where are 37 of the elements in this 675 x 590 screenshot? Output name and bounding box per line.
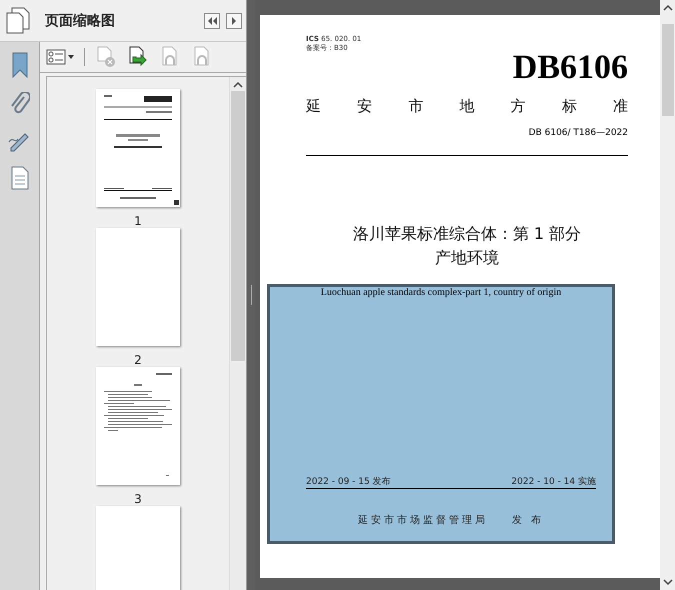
document-icon[interactable] <box>10 166 28 190</box>
page-thumbnail[interactable] <box>96 367 180 485</box>
resize-grip-icon[interactable] <box>250 285 252 305</box>
page-number: 1 <box>134 214 142 228</box>
toolbar-button[interactable] <box>127 46 149 68</box>
issue-label: 发 布 <box>512 514 544 527</box>
options-button[interactable] <box>46 49 74 65</box>
english-title: Luochuan apple standards complex-part 1, country of origin <box>320 287 562 298</box>
issuer: 延安市市场监督管理局 <box>358 514 488 527</box>
issue-date: 2022 - 09 - 15 发布 <box>306 476 391 488</box>
collapse-button[interactable] <box>204 12 220 28</box>
standard-category: 延安市地方标准 <box>306 97 628 116</box>
expand-button[interactable] <box>226 12 242 28</box>
scroll-up-icon[interactable] <box>233 81 243 89</box>
insert-page-icon <box>127 46 149 68</box>
page-thumbnail[interactable] <box>96 506 180 590</box>
standard-number: DB 6106/ T186—2022 <box>528 128 628 138</box>
page-number: 3 <box>134 492 142 506</box>
page-thumbnail[interactable] <box>96 228 180 346</box>
scroll-down-icon[interactable] <box>662 578 672 586</box>
paperclip-icon[interactable] <box>10 92 30 116</box>
document-title: 洛川苹果标准综合体：第 1 部分 产地环境 <box>352 223 582 269</box>
scroll-up-icon[interactable] <box>662 4 672 12</box>
page-thumbnail[interactable] <box>96 89 180 207</box>
standard-code: DB6106 <box>512 51 628 85</box>
effective-date: 2022 - 10 - 14 实施 <box>511 476 596 488</box>
page-number: 2 <box>134 353 142 367</box>
bookmark-icon[interactable] <box>10 52 28 78</box>
caret-icon <box>68 55 74 59</box>
scrollbar-thumb[interactable] <box>662 24 674 116</box>
delete-page-icon <box>95 46 117 68</box>
pages-icon[interactable] <box>5 6 31 34</box>
scrollbar-thumb[interactable] <box>231 91 245 361</box>
panel-title: 页面缩略图 <box>45 12 116 30</box>
double-left-arrow-icon <box>207 16 217 24</box>
right-arrow-icon <box>231 16 237 24</box>
list-options-icon <box>46 49 66 65</box>
